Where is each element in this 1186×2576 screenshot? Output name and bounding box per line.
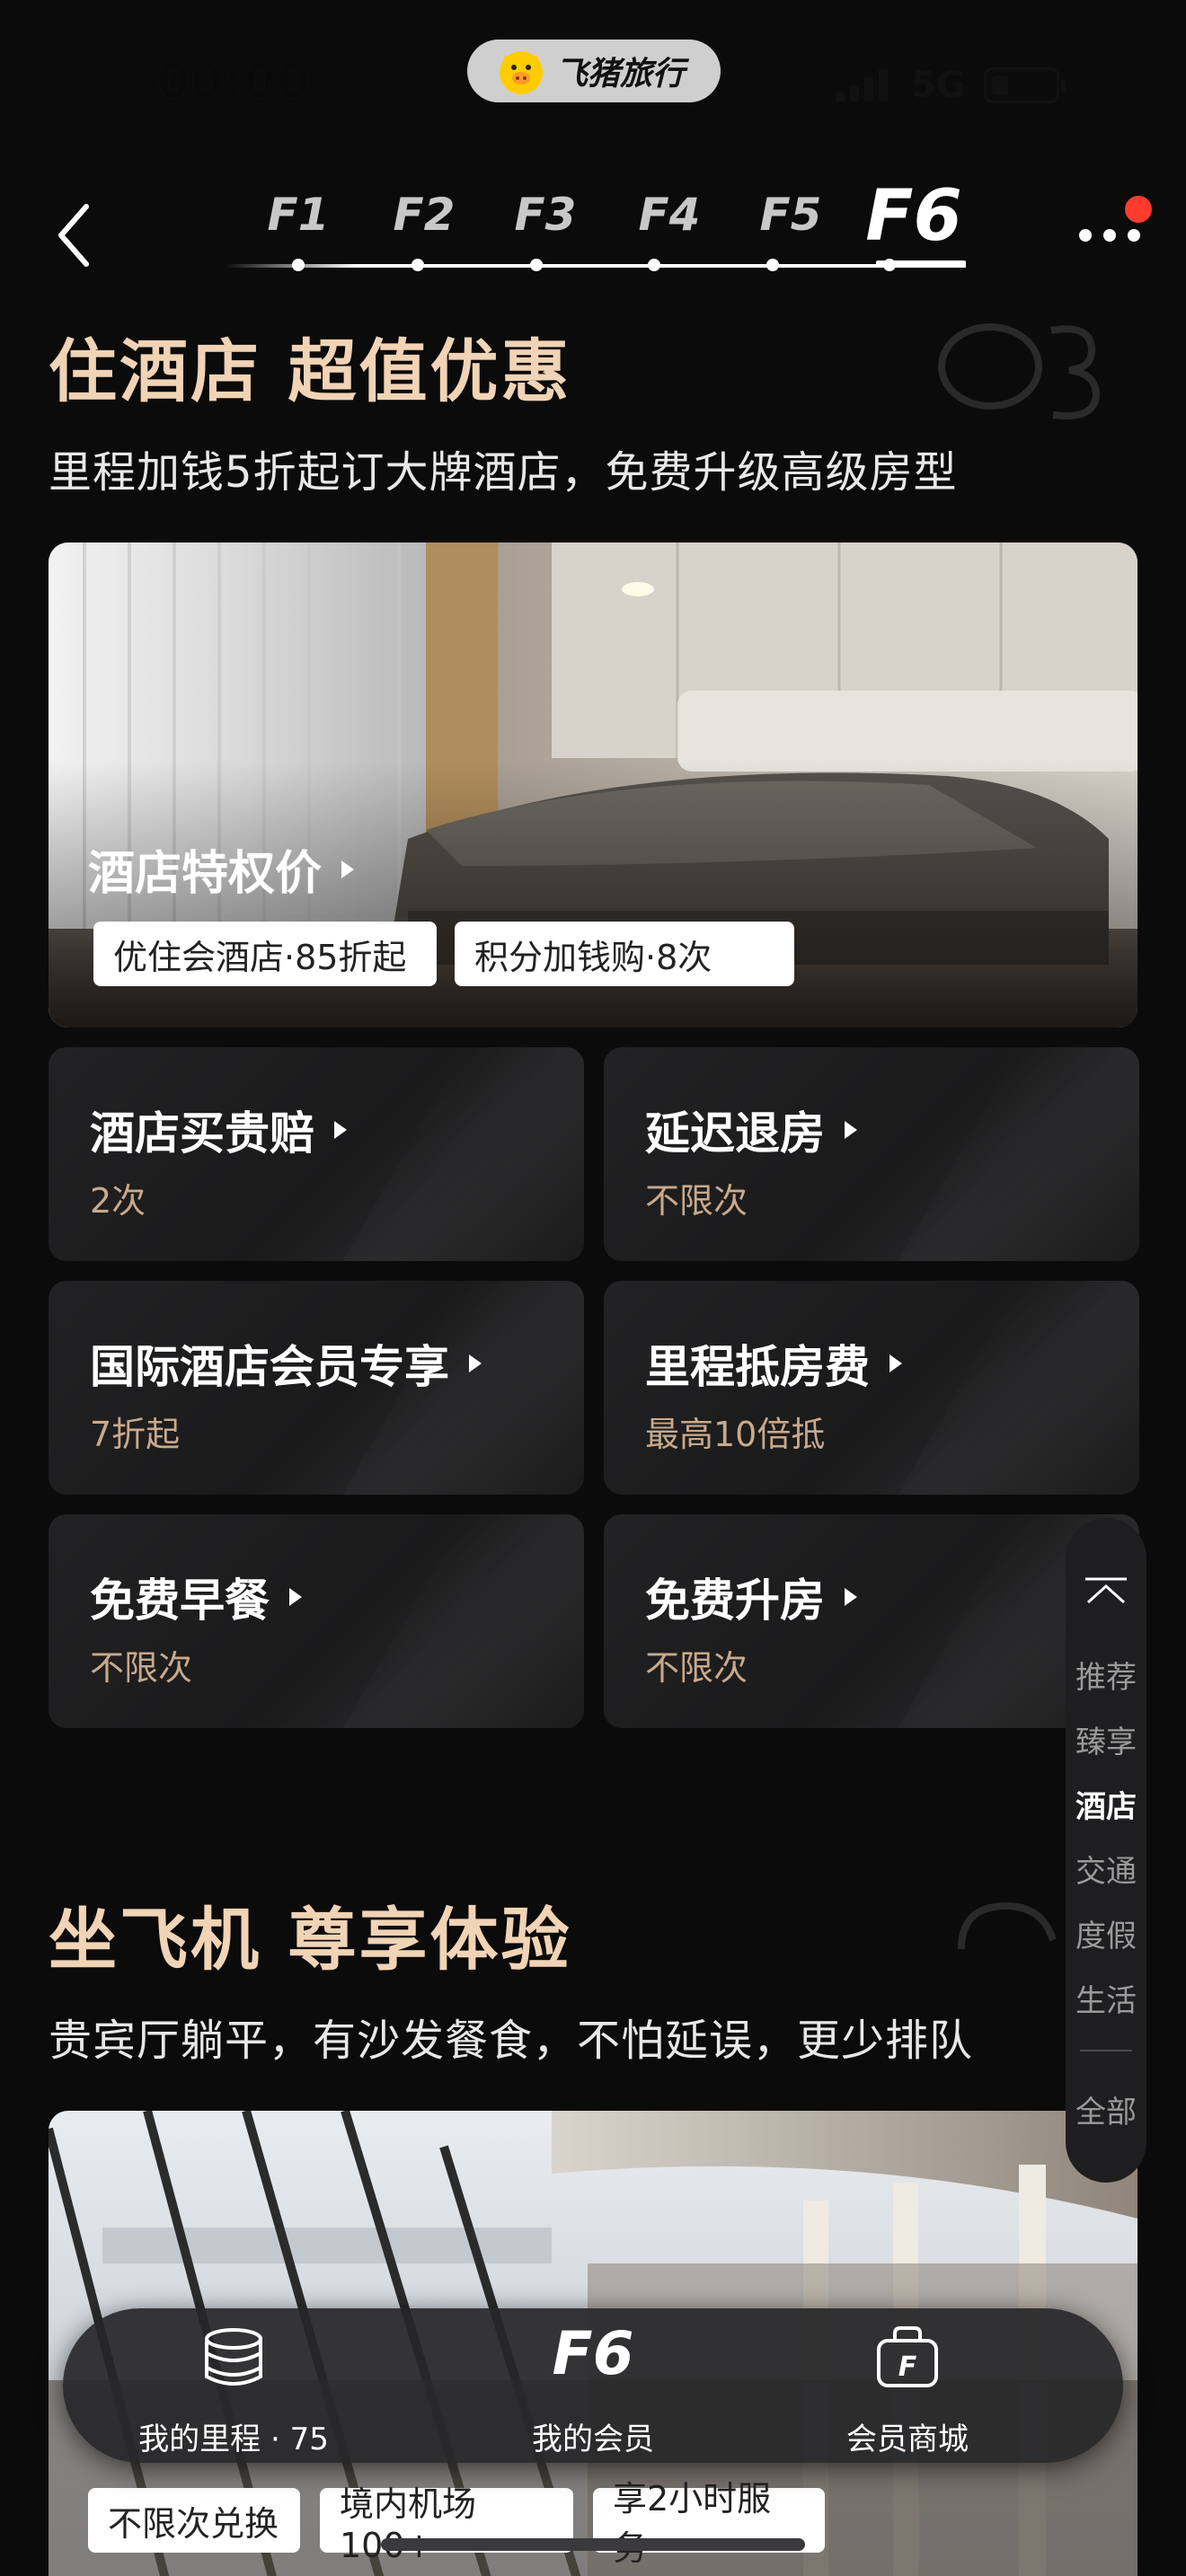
battery-icon [983, 67, 1066, 103]
signal-icon [836, 69, 888, 101]
benefit-sub: 不限次 [645, 1181, 748, 1221]
side-item-life[interactable]: 生活 [1066, 1976, 1146, 2020]
tab-f2[interactable]: F2 [394, 189, 456, 241]
lounge-chip[interactable]: 不限次兑换 [88, 2488, 300, 2553]
hotel-privilege-card[interactable]: 酒店特权价 优住会酒店·85折起 积分加钱购·8次 [49, 543, 1137, 1028]
tab-dot [648, 259, 660, 271]
more-icon[interactable] [1078, 226, 1141, 244]
shopping-bag-icon: F [877, 2326, 938, 2387]
benefit-card[interactable]: 免费升房 不限次 [604, 1514, 1139, 1728]
benefit-card[interactable]: 国际酒店会员专享 7折起 [49, 1281, 584, 1495]
benefit-card[interactable]: 免费早餐 不限次 [49, 1514, 584, 1728]
my-member-label: 我的会员 [532, 2422, 654, 2457]
side-index-nav: 推荐 臻享 酒店 交通 度假 生活 全部 [1066, 1518, 1146, 2183]
hotel-privilege-text: 酒店特权价 [88, 847, 323, 901]
f6-logo: F6 [552, 2319, 634, 2388]
tab-f5[interactable]: F5 [760, 189, 822, 241]
level-tabs: F1 F2 F3 F4 F5 F6 [0, 176, 1186, 278]
tab-f3[interactable]: F3 [515, 189, 577, 241]
hotel-section-title: 住酒店 超值优惠 [49, 331, 572, 411]
benefit-sub: 不限次 [645, 1648, 748, 1688]
tab-dot [530, 259, 543, 271]
status-time: 00:00 [157, 56, 311, 110]
arrow-right-icon [334, 1121, 347, 1139]
scroll-top-icon[interactable] [1085, 1577, 1127, 1604]
benefit-title: 酒店买贵赔 [90, 1098, 347, 1162]
arrow-right-icon [890, 1354, 902, 1372]
tab-f4[interactable]: F4 [639, 189, 701, 241]
side-item-all[interactable]: 全部 [1066, 2087, 1146, 2131]
benefit-title: 国际酒店会员专享 [90, 1331, 482, 1396]
tab-track [225, 264, 966, 268]
flight-section-title: 坐飞机 尊享体验 [49, 1900, 572, 1980]
benefit-title: 延迟退房 [645, 1098, 857, 1162]
bottom-nav: 我的里程 · 75 F6 我的会员 F 会员商城 [63, 2308, 1123, 2463]
arrow-right-icon [289, 1588, 302, 1606]
benefit-title: 免费升房 [645, 1565, 857, 1629]
coins-icon [205, 2328, 262, 2386]
benefit-sub: 7折起 [90, 1415, 181, 1454]
benefit-sub: 2次 [90, 1181, 146, 1221]
arrow-right-icon [469, 1354, 482, 1372]
flight-section-subtitle: 贵宾厅躺平，有沙发餐食，不怕延误，更少排队 [49, 2016, 974, 2066]
member-mall-label: 会员商城 [846, 2422, 969, 2457]
benefit-title: 里程抵房费 [645, 1331, 902, 1396]
side-item-recommend[interactable]: 推荐 [1066, 1653, 1146, 1697]
arrow-right-icon [845, 1588, 857, 1606]
tab-dot [883, 259, 896, 271]
page: 00:00 飞猪旅行 5G F1 F2 F3 F4 F5 F6 住酒店 超值优惠… [0, 0, 1186, 2576]
tab-dot [412, 259, 424, 271]
tab-dot [766, 259, 779, 271]
benefit-sub: 不限次 [90, 1648, 193, 1688]
status-indicators: 5G [836, 65, 1066, 106]
home-indicator [381, 2538, 805, 2551]
hotel-section-subtitle: 里程加钱5折起订大牌酒店，免费升级高级房型 [49, 447, 958, 498]
member-mall-button[interactable]: F 会员商城 [746, 2308, 1069, 2463]
benefit-sub: 最高10倍抵 [645, 1415, 826, 1454]
my-miles-label: 我的里程 · 75 [138, 2422, 329, 2457]
my-member-button[interactable]: F6 我的会员 [431, 2308, 755, 2463]
benefit-card[interactable]: 酒店买贵赔 2次 [49, 1047, 584, 1261]
side-item-transport[interactable]: 交通 [1066, 1847, 1146, 1891]
benefit-title: 免费早餐 [90, 1565, 302, 1629]
network-label: 5G [911, 65, 966, 106]
side-item-hotel[interactable]: 酒店 [1066, 1782, 1146, 1826]
app-name: 飞猪旅行 [555, 56, 686, 93]
arrow-right-icon [341, 860, 355, 878]
side-item-premium[interactable]: 臻享 [1066, 1717, 1146, 1761]
app-return-pill[interactable]: 飞猪旅行 [467, 40, 721, 102]
side-item-vacation[interactable]: 度假 [1066, 1911, 1146, 1955]
section-decoration [934, 296, 1114, 462]
benefit-card[interactable]: 延迟退房 不限次 [604, 1047, 1139, 1261]
tab-dot [292, 259, 305, 271]
notification-dot [1125, 196, 1152, 223]
tab-f6[interactable]: F6 [865, 176, 962, 257]
hotel-chip[interactable]: 优住会酒店·85折起 [93, 922, 437, 986]
tab-f1[interactable]: F1 [268, 189, 330, 241]
arrow-right-icon [845, 1121, 857, 1139]
benefit-card[interactable]: 里程抵房费 最高10倍抵 [604, 1281, 1139, 1495]
svg-text:F: F [898, 2351, 917, 2383]
my-miles-button[interactable]: 我的里程 · 75 [72, 2308, 395, 2463]
hotel-chip[interactable]: 积分加钱购·8次 [455, 922, 794, 986]
hotel-privilege-label[interactable]: 酒店特权价 [88, 835, 355, 903]
side-divider [1080, 2050, 1132, 2051]
fliggy-pig-icon [496, 46, 546, 96]
